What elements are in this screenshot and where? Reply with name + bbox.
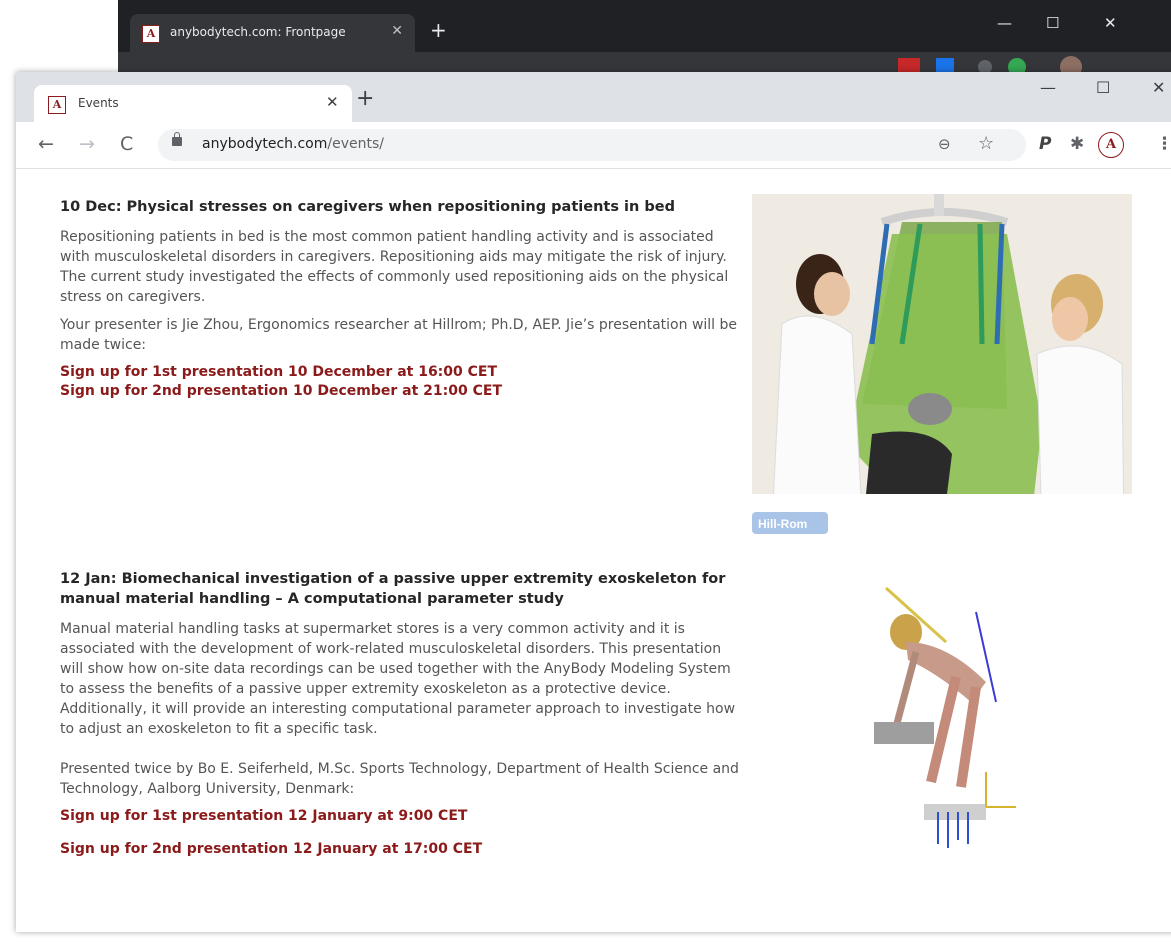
reload-icon[interactable]: C — [120, 133, 133, 155]
back-arrow-icon[interactable]: ← — [38, 133, 54, 155]
maximize-icon[interactable]: ☐ — [1096, 78, 1110, 97]
pocket-extension-icon[interactable]: P — [1039, 134, 1051, 154]
new-tab-icon[interactable]: + — [356, 86, 374, 111]
close-window-icon[interactable]: ✕ — [1152, 78, 1165, 97]
zoom-icon[interactable]: ⊖ — [938, 135, 951, 153]
background-tab-title: anybodytech.com: Frontpage — [170, 25, 346, 39]
background-new-tab-icon[interactable]: + — [430, 18, 447, 42]
background-maximize-icon[interactable]: ☐ — [1046, 14, 1059, 32]
background-tab[interactable]: A anybodytech.com: Frontpage ✕ — [130, 14, 415, 52]
signup-link-2nd-jan[interactable]: Sign up for 2nd presentation 12 January … — [60, 840, 740, 859]
tab-title: Events — [78, 96, 119, 110]
url-host: anybodytech.com — [202, 136, 328, 152]
event-presenter: Your presenter is Jie Zhou, Ergonomics r… — [60, 317, 738, 353]
event-dec-10: 10 Dec: Physical stresses on caregivers … — [60, 197, 740, 401]
extensions-puzzle-icon[interactable]: ✱ — [1070, 134, 1084, 154]
exoskeleton-model-image — [836, 582, 1056, 850]
browser-toolbar: ← → C anybodytech.com/events/ ⊖ ☆ P ✱ A … — [16, 122, 1171, 169]
browser-menu-icon[interactable]: ⋮ — [1156, 134, 1171, 154]
page-content: 10 Dec: Physical stresses on caregivers … — [16, 169, 1171, 949]
event-description: Manual material handling tasks at superm… — [60, 621, 736, 737]
event-title: 12 Jan: Biomechanical investigation of a… — [60, 571, 726, 607]
address-bar[interactable]: anybodytech.com/events/ ⊖ ☆ — [158, 129, 1026, 161]
background-tab-close-icon[interactable]: ✕ — [391, 23, 403, 39]
url-path: /events/ — [327, 136, 384, 152]
event-jan-12: 12 Jan: Biomechanical investigation of a… — [60, 569, 740, 873]
event-title: 10 Dec: Physical stresses on caregivers … — [60, 199, 675, 215]
url-text[interactable]: anybodytech.com/events/ — [202, 136, 384, 152]
tab-events[interactable]: A Events ✕ — [34, 85, 352, 122]
minimize-icon[interactable]: — — [1040, 78, 1056, 97]
hillrom-logo-text: Hill-Rom — [758, 517, 807, 531]
anybody-extension-icon[interactable]: A — [1098, 132, 1124, 158]
event-presenter: Presented twice by Bo E. Seiferheld, M.S… — [60, 761, 739, 797]
signup-link-2nd-dec[interactable]: Sign up for 2nd presentation 10 December… — [60, 382, 740, 401]
lock-icon[interactable] — [172, 132, 182, 146]
anybody-favicon-icon: A — [48, 96, 66, 114]
signup-link-1st-dec[interactable]: Sign up for 1st presentation 10 December… — [60, 363, 740, 382]
forward-arrow-icon[interactable]: → — [79, 133, 95, 155]
anybody-favicon-icon: A — [142, 25, 160, 43]
background-minimize-icon[interactable]: — — [997, 14, 1012, 32]
tab-strip: A Events ✕ + — ☐ ✕ — [16, 72, 1171, 122]
caregivers-lift-photo: Hill-Rom — [752, 194, 1132, 542]
browser-window: A Events ✕ + — ☐ ✕ ← → C anybodytech.com… — [16, 72, 1171, 932]
background-browser-window: A anybodytech.com: Frontpage ✕ + — ☐ ✕ — [118, 0, 1171, 80]
background-close-icon[interactable]: ✕ — [1104, 14, 1117, 32]
bookmark-star-icon[interactable]: ☆ — [978, 133, 994, 154]
tab-close-icon[interactable]: ✕ — [326, 93, 339, 111]
signup-link-1st-jan[interactable]: Sign up for 1st presentation 12 January … — [60, 807, 740, 826]
event-description: Repositioning patients in bed is the mos… — [60, 229, 729, 305]
